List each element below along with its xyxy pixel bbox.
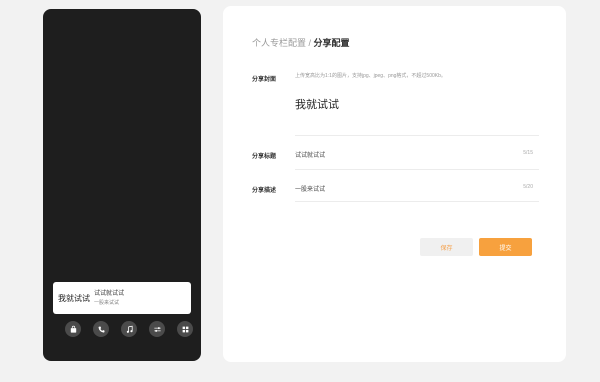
card-title: 试试就试试: [94, 290, 125, 297]
desc-input-value: 一股来试试: [295, 187, 326, 193]
cover-upload-preview[interactable]: 我就试试: [295, 96, 339, 112]
music-icon[interactable]: [121, 321, 137, 337]
submit-button[interactable]: 提交: [479, 238, 532, 256]
share-card-preview: 我就试试 试试就试试 一股来试试: [53, 282, 191, 314]
bag-icon[interactable]: [65, 321, 81, 337]
grid-icon[interactable]: [177, 321, 193, 337]
save-button[interactable]: 保存: [420, 238, 473, 256]
config-panel: 个人专栏配置 / 分享配置 分享封面 上传宽高比为1:1的图片，支持jpg、jp…: [223, 6, 566, 362]
desc-char-count: 5/20: [523, 184, 533, 190]
settings-sliders-icon[interactable]: [149, 321, 165, 337]
breadcrumb-current: 分享配置: [313, 38, 350, 48]
cover-upload-hint: 上传宽高比为1:1的图片，支持jpg、jpeg、png格式，不超过500Kb。: [295, 73, 446, 79]
card-cover-image: 我就试试: [58, 293, 90, 303]
app-icon-row: [65, 321, 193, 337]
field-divider: [295, 201, 539, 202]
title-label: 分享标题: [252, 154, 277, 160]
desc-label: 分享描述: [252, 188, 277, 194]
breadcrumb-separator: /: [306, 38, 314, 48]
phone-preview: 我就试试 试试就试试 一股来试试: [43, 9, 201, 361]
breadcrumb-parent[interactable]: 个人专栏配置: [252, 38, 306, 48]
title-input-value: 试试就试试: [295, 153, 326, 159]
title-input[interactable]: 试试就试试 5/15: [295, 135, 539, 167]
breadcrumb: 个人专栏配置 / 分享配置: [252, 36, 350, 49]
card-text: 试试就试试 一股来试试: [94, 291, 124, 306]
title-char-count: 5/15: [523, 150, 533, 156]
cover-label: 分享封面: [252, 77, 277, 83]
card-desc: 一股来试试: [94, 299, 120, 306]
desc-input[interactable]: 一股来试试 5/20: [295, 169, 539, 201]
phone-icon[interactable]: [93, 321, 109, 337]
